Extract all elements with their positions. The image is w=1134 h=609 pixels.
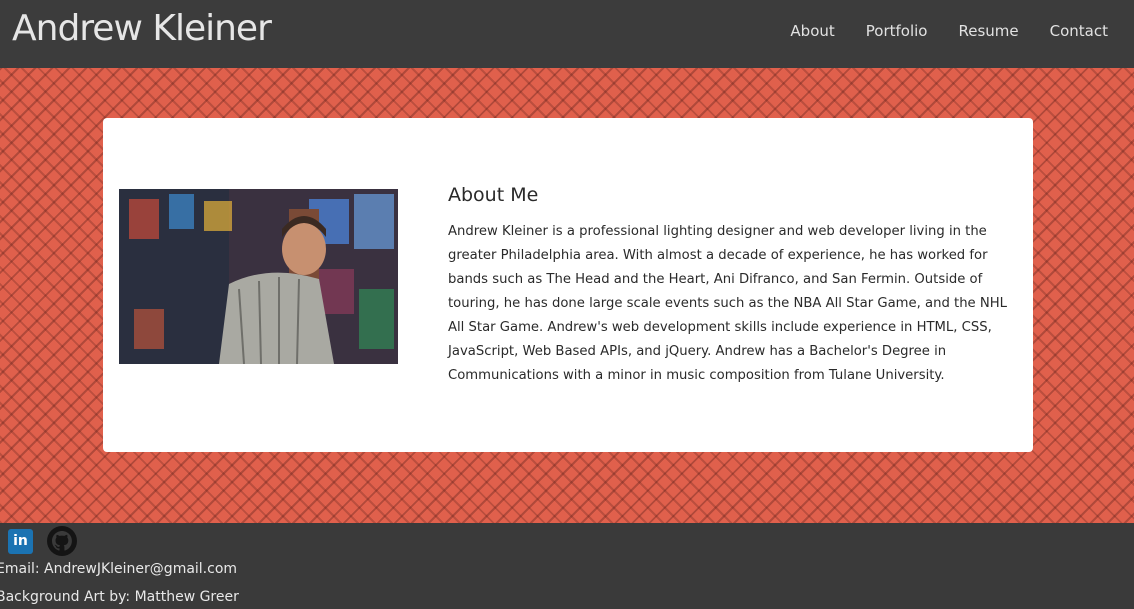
about-body: Andrew Kleiner is a professional lightin… bbox=[448, 224, 1007, 383]
contact-email: Email: AndrewJKleiner@gmail.com bbox=[0, 561, 238, 577]
social-links: in bbox=[8, 525, 78, 557]
site-footer: in Email: AndrewJKleiner@gmail.com Backg… bbox=[0, 523, 1134, 609]
profile-photo-illustration bbox=[119, 189, 398, 364]
nav-portfolio[interactable]: Portfolio bbox=[866, 22, 928, 40]
linkedin-icon[interactable]: in bbox=[8, 528, 33, 554]
profile-photo bbox=[119, 189, 398, 364]
about-section: About Me Andrew Kleiner is a professiona… bbox=[448, 184, 1010, 388]
github-icon[interactable] bbox=[46, 525, 78, 557]
about-card: About Me Andrew Kleiner is a professiona… bbox=[103, 118, 1033, 452]
hero-background: About Me Andrew Kleiner is a professiona… bbox=[0, 68, 1134, 523]
about-heading: About Me bbox=[448, 184, 539, 206]
site-header: Andrew Kleiner About Portfolio Resume Co… bbox=[0, 0, 1134, 68]
site-brand[interactable]: Andrew Kleiner bbox=[12, 8, 272, 49]
main-nav: About Portfolio Resume Contact bbox=[759, 22, 1108, 40]
nav-about[interactable]: About bbox=[790, 22, 834, 40]
art-credit: Background Art by: Matthew Greer bbox=[0, 589, 239, 605]
nav-contact[interactable]: Contact bbox=[1050, 22, 1108, 40]
nav-resume[interactable]: Resume bbox=[959, 22, 1019, 40]
